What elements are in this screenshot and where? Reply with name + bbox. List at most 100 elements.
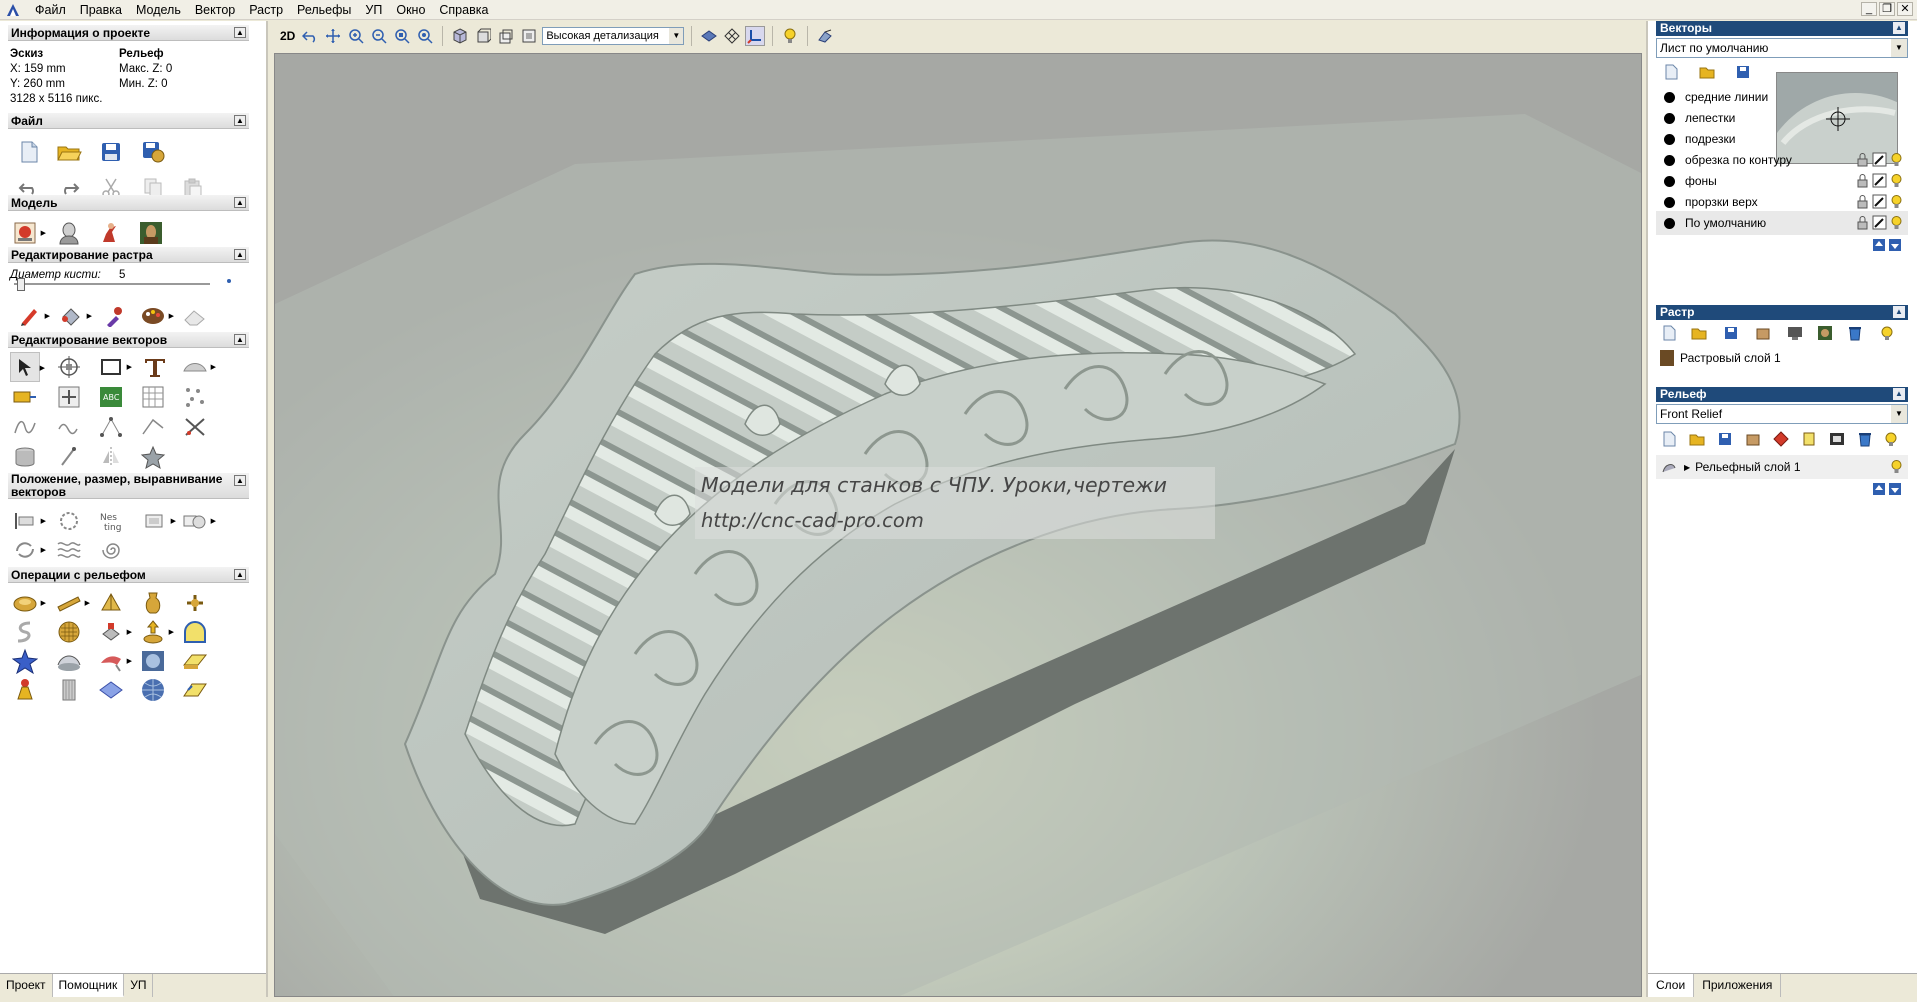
edit-color-icon[interactable] [1872,194,1887,209]
app-logo-icon[interactable] [4,2,22,18]
relief-save-icon[interactable] [1716,430,1734,448]
layer-visible-icon[interactable] [1664,196,1675,208]
text-tool-icon[interactable] [140,352,170,382]
menu-edit[interactable]: Правка [73,0,129,20]
chevron-down-icon[interactable]: ▼ [1891,39,1907,57]
zoom-fit-icon[interactable] [392,26,412,46]
raster-monitor-icon[interactable] [1786,324,1804,342]
save-icon[interactable] [96,137,126,167]
new-layer-icon[interactable] [1662,63,1680,81]
top-view-icon[interactable] [519,26,539,46]
3d-viewport[interactable]: Модели для станков с ЧПУ. Уроки,чертежи … [274,53,1642,997]
close-icon[interactable]: ✕ [1897,2,1913,16]
model-setup-icon[interactable]: ▶ [10,218,46,248]
minimize-icon[interactable]: _ [1861,2,1877,16]
pen-icon[interactable] [54,442,84,472]
relief-noise-icon[interactable] [138,646,168,676]
section-relief-ops[interactable]: Операции с рельефом ▲ [8,567,249,583]
relief-combine-icon[interactable] [1772,430,1790,448]
shade-mode-icon[interactable] [699,26,719,46]
new-file-icon[interactable] [14,137,44,167]
relief-select[interactable]: Front Relief ▼ [1656,404,1908,424]
abc-text-icon[interactable]: ABC [96,382,126,412]
menu-reliefs[interactable]: Рельефы [290,0,358,20]
relief-bulb-icon[interactable] [1882,430,1900,448]
relief-layer-item[interactable]: ▶ Рельефный слой 1 [1656,455,1908,479]
relief-flat-icon[interactable] [180,675,210,705]
relief-vase-icon[interactable] [138,588,168,618]
relief-new-icon[interactable] [1660,430,1678,448]
tab-project[interactable]: Проект [0,974,53,997]
relief-film-icon[interactable] [1828,430,1846,448]
section-file[interactable]: Файл ▲ [8,113,249,129]
trim-icon[interactable] [180,412,210,442]
iso-view-icon[interactable] [450,26,470,46]
star-shape-icon[interactable] [138,442,168,472]
relief-plane-icon[interactable] [96,675,126,705]
collapse-icon[interactable]: ▲ [1893,306,1905,318]
measure-icon[interactable] [10,382,40,412]
polyline-icon[interactable] [138,412,168,442]
brush-slider-thumb[interactable] [17,278,25,291]
wireframe-icon[interactable] [722,26,742,46]
model-image-icon[interactable] [136,218,166,248]
relief-brush-icon[interactable]: ▶ [96,646,132,676]
lock-icon[interactable] [1855,194,1870,209]
relief-bake-icon[interactable] [1800,430,1818,448]
collapse-icon[interactable]: ▲ [234,475,246,486]
grid-icon[interactable] [138,382,168,412]
relief-smooth-icon[interactable] [180,646,210,676]
select-tool-icon[interactable]: ▶ [10,352,45,382]
mode-2d-button[interactable]: 2D [280,29,295,43]
axis-icon[interactable] [745,26,766,46]
light-bulb-icon[interactable] [1889,215,1904,230]
raster-layer-item[interactable]: Растровый слой 1 [1656,346,1908,370]
scatter-icon[interactable] [180,382,210,412]
move-layer-down-icon[interactable] [1886,236,1904,254]
edit-color-icon[interactable] [1872,215,1887,230]
layer-visible-icon[interactable] [1664,112,1675,124]
relief-sphere-icon[interactable] [138,675,168,705]
node-edit-icon[interactable] [54,382,84,412]
paint-pencil-icon[interactable]: ▶ [14,301,50,331]
section-project-info[interactable]: Информация о проекте ▲ [8,25,249,41]
paint-fill-icon[interactable]: ▶ [56,301,92,331]
relief-shape-icon[interactable]: ▶ [10,588,46,618]
layer-visible-icon[interactable] [1664,133,1675,145]
size-icon[interactable]: ▶ [140,506,176,536]
zoom-in-icon[interactable] [346,26,366,46]
smooth-icon[interactable] [54,412,84,442]
light-bulb-icon[interactable] [1889,459,1904,474]
layer-visible-icon[interactable] [1664,175,1675,187]
open-folder-icon[interactable] [54,137,84,167]
model-bust-icon[interactable] [54,218,84,248]
tab-applications[interactable]: Приложения [1694,974,1782,997]
mirror-icon[interactable] [96,442,126,472]
restore-icon[interactable]: ❐ [1879,2,1895,16]
edit-color-icon[interactable] [1872,152,1887,167]
model-figure-icon[interactable] [94,218,124,248]
lock-icon[interactable] [1855,215,1870,230]
menu-file[interactable]: Файл [28,0,73,20]
move-relief-down-icon[interactable] [1886,480,1904,498]
raster-delete-icon[interactable] [1846,324,1864,342]
layer-visible-icon[interactable] [1664,91,1675,103]
detail-level-select[interactable]: Высокая детализация ▼ [542,27,685,45]
raster-bulb-icon[interactable] [1878,324,1896,342]
nesting-icon[interactable]: Nes ting [96,506,126,536]
relief-rotate-icon[interactable] [180,588,210,618]
relief-figure-icon[interactable] [10,675,40,705]
transform-icon[interactable] [54,352,84,382]
relief-texture-icon[interactable] [54,617,84,647]
raster-save-icon[interactable] [1722,324,1740,342]
section-model[interactable]: Модель ▲ [8,195,249,211]
side-view-icon[interactable] [496,26,516,46]
tab-layers[interactable]: Слои [1648,974,1695,997]
raster-open-icon[interactable] [1690,324,1708,342]
circle-array-icon[interactable] [54,506,84,536]
section-position[interactable]: Положение, размер, выравнивание векторов… [8,473,249,499]
collapse-icon[interactable]: ▲ [234,249,246,260]
relief-header[interactable]: Рельеф ▲ [1656,387,1908,402]
relief-blend-icon[interactable] [54,646,84,676]
relief-star-icon[interactable] [10,646,40,676]
